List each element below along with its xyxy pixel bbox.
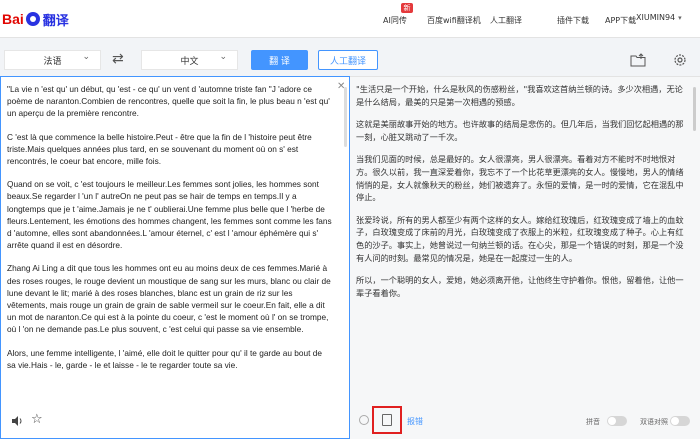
result-footer: 报错 拼音 双语对照 — [350, 402, 700, 437]
nav-app-download[interactable]: APP下载 — [605, 15, 636, 26]
speaker-icon[interactable] — [359, 415, 369, 425]
pinyin-toggle[interactable] — [607, 416, 627, 426]
translation-text: "生活只是一个开始，什么是秋风的伤感粉丝，"我喜欢这首纳兰顿的诗。多少次相遇，无… — [356, 83, 690, 388]
target-paragraph: 这就是美丽故事开始的地方。也许故事的结局是悲伤的。但几年后，当我们回忆起相遇的那… — [356, 119, 684, 142]
nav-ai-interpretation[interactable]: AI同传 — [383, 15, 407, 26]
logo-suffix: 翻译 — [42, 12, 69, 28]
source-paragraph: C 'est là que commence la belle histoire… — [7, 131, 312, 167]
new-badge: 新 — [401, 3, 413, 13]
translate-button[interactable]: 翻 译 — [251, 50, 308, 70]
nav-human-translation[interactable]: 人工翻译 — [490, 15, 522, 26]
nav-wifi-translator[interactable]: 百度wifi翻译机 — [427, 15, 481, 26]
favorite-star-icon[interactable]: ☆ — [31, 412, 43, 427]
target-paragraph: "生活只是一个开始，什么是秋风的伤感粉丝，"我喜欢这首纳兰顿的诗。多少次相遇，无… — [356, 84, 683, 107]
nav-plugin-download[interactable]: 插件下载 — [557, 15, 589, 26]
source-text-panel[interactable]: "La vie n 'est qu' un début, qu 'est - c… — [0, 76, 350, 439]
copy-icon — [379, 412, 392, 426]
target-paragraph: 张爱玲说，所有的男人都至少有两个这样的女人。嫁给红玫瑰后，红玫瑰变成了墙上的血蚊… — [356, 214, 684, 263]
baidu-paw-icon — [25, 12, 40, 26]
result-scrollbar[interactable] — [693, 87, 696, 131]
settings-icon[interactable] — [672, 52, 688, 68]
logo-text: Bai — [2, 11, 24, 27]
source-language-select[interactable]: 法语 — [4, 50, 101, 70]
source-scrollbar[interactable] — [344, 87, 347, 147]
source-paragraph: "La vie n 'est qu' un début, qu 'est - c… — [7, 84, 330, 119]
source-paragraph: Quand on se voit, c 'est toujours le mei… — [7, 179, 332, 251]
copy-button[interactable] — [372, 406, 402, 434]
human-translation-button[interactable]: 人工翻译 — [318, 50, 378, 70]
report-error-link[interactable]: 报错 — [407, 416, 423, 427]
folder-upload-icon[interactable] — [630, 52, 646, 68]
baidu-translate-logo[interactable]: Bai 翻译 — [2, 10, 69, 28]
bilingual-label: 双语对照 — [640, 418, 668, 426]
source-paragraph: Alors, une femme intelligente, l 'aimé, … — [7, 347, 322, 370]
target-paragraph: 当我们见面的时候，总是最好的。女人很漂亮，男人很漂亮。看着对方不能时不时地恨对方… — [356, 154, 684, 203]
translation-result-panel: "生活只是一个开始，什么是秋风的伤感粉丝，"我喜欢这首纳兰顿的诗。多少次相遇，无… — [350, 76, 700, 439]
source-paragraph: Zhang Ai Ling a dit que tous les hommes … — [7, 263, 331, 335]
bilingual-toggle[interactable] — [670, 416, 690, 426]
target-paragraph: 所以，一个聪明的女人，爱她，她必须离开他，让他终生守护着你。恨他，留着他，让他一… — [356, 275, 684, 298]
target-language-select[interactable]: 中文 — [141, 50, 238, 70]
top-navigation-bar: Bai 翻译 AI同传 百度wifi翻译机 人工翻译 插件下载 APP下载 新 … — [0, 0, 700, 38]
source-textarea[interactable]: "La vie n 'est qu' un début, qu 'est - c… — [7, 83, 332, 408]
swap-icon[interactable]: ⇄ — [112, 51, 124, 67]
pinyin-label: 拼音 — [586, 418, 600, 426]
user-menu[interactable]: XIUMIN94 — [636, 13, 682, 22]
source-footer: ☆ — [1, 407, 349, 437]
translation-toolbar: 法语 ⇄ 中文 翻 译 人工翻译 — [0, 38, 700, 80]
speaker-icon[interactable] — [11, 415, 23, 427]
